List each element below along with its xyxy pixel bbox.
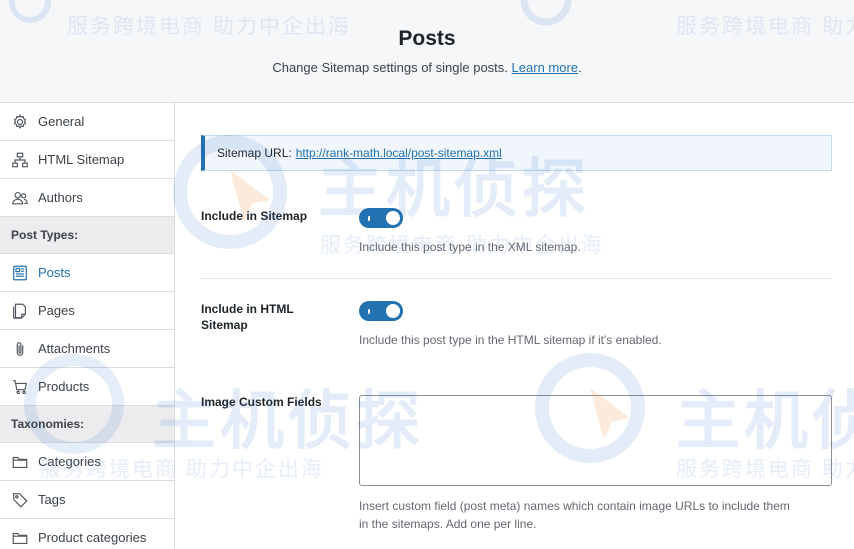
toggle-on-indicator [368, 309, 370, 314]
paperclip-icon [16, 341, 24, 356]
sitemap-icon [12, 152, 28, 167]
sidebar-item-label: Posts [38, 265, 71, 280]
label-line: Include in HTML [201, 302, 294, 316]
gear-icon [13, 113, 27, 129]
include-sitemap-label: Include in Sitemap [201, 209, 308, 223]
image-custom-fields-description: Insert custom field (post meta) names wh… [359, 497, 790, 533]
main-content: Sitemap URL: http://rank-math.local/post… [176, 104, 854, 549]
sidebar-item-general[interactable]: General [0, 103, 174, 141]
post-types-heading: Post Types: [0, 217, 174, 254]
divider [201, 278, 832, 279]
sidebar-item-label: Pages [38, 303, 75, 318]
learn-more-link[interactable]: Learn more [512, 60, 578, 75]
taxonomies-heading: Taxonomies: [0, 406, 174, 443]
include-html-sitemap-label: Include in HTML Sitemap [201, 301, 294, 333]
sidebar-item-product-categories[interactable]: Product categories [0, 519, 174, 549]
page-icon [13, 303, 26, 319]
subtitle-text: Change Sitemap settings of single posts. [272, 60, 508, 75]
sitemap-url-label: Sitemap URL: [217, 146, 292, 160]
include-html-sitemap-toggle[interactable] [359, 301, 403, 321]
sidebar-item-label: Authors [38, 190, 83, 205]
sidebar-item-html-sitemap[interactable]: HTML Sitemap [0, 141, 174, 179]
sidebar-item-products[interactable]: Products [0, 368, 174, 406]
image-custom-fields-textarea[interactable] [359, 395, 832, 486]
page-header: Posts Change Sitemap settings of single … [0, 0, 854, 103]
image-custom-fields-label: Image Custom Fields [201, 395, 322, 409]
folder-icon [12, 532, 28, 544]
description-line: in the sitemaps. Add one per line. [359, 517, 537, 531]
subtitle-period: . [578, 60, 582, 75]
sidebar-item-categories[interactable]: Categories [0, 443, 174, 481]
users-icon [12, 191, 28, 204]
sidebar-item-attachments[interactable]: Attachments [0, 330, 174, 368]
sitemap-url-notice: Sitemap URL: http://rank-math.local/post… [201, 135, 832, 171]
include-sitemap-description: Include this post type in the XML sitema… [359, 240, 581, 254]
sidebar-item-label: Product categories [38, 530, 147, 545]
sitemap-url-link[interactable]: http://rank-math.local/post-sitemap.xml [296, 146, 502, 160]
toggle-knob [386, 211, 400, 225]
include-sitemap-toggle[interactable] [359, 208, 403, 228]
sidebar-item-label: Categories [38, 454, 101, 469]
page-title: Posts [398, 27, 456, 50]
post-icon [13, 265, 27, 280]
page-subtitle: Change Sitemap settings of single posts.… [0, 60, 854, 75]
sidebar-item-label: Products [38, 379, 90, 394]
sidebar-item-label: Attachments [38, 341, 111, 356]
include-html-sitemap-description: Include this post type in the HTML sitem… [359, 333, 662, 347]
description-line: Insert custom field (post meta) names wh… [359, 499, 790, 513]
cart-icon [12, 379, 28, 394]
sidebar-item-label: HTML Sitemap [38, 152, 125, 167]
sidebar-item-label: General [38, 114, 85, 129]
sidebar-item-tags[interactable]: Tags [0, 481, 174, 519]
sidebar-item-pages[interactable]: Pages [0, 292, 174, 330]
sidebar-item-authors[interactable]: Authors [0, 179, 174, 217]
toggle-knob [386, 304, 400, 318]
folder-icon [12, 456, 28, 468]
sidebar-item-label: Tags [38, 492, 66, 507]
label-line: Sitemap [201, 318, 248, 332]
toggle-on-indicator [368, 216, 370, 221]
sidebar: General HTML Sitemap Authors Post Types:… [0, 103, 175, 549]
tag-icon [13, 492, 28, 508]
sidebar-item-posts[interactable]: Posts [0, 254, 174, 292]
